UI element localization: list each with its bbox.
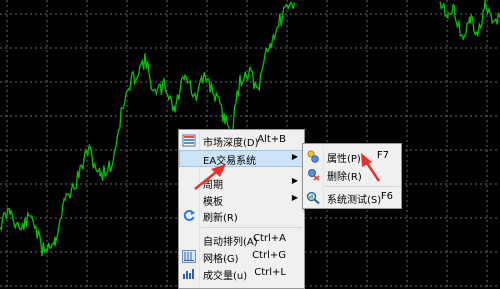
annotation-arrow-properties [361, 153, 381, 182]
submenu-item-strategy-tester[interactable]: 系统测试(S) F6 [303, 189, 401, 206]
menu-separator [201, 227, 302, 228]
menu-item-label: 模板 [203, 197, 223, 208]
expert-advisors-submenu: 属性(P)... F7 删除(R) 系统测试(S) F6 [302, 143, 402, 209]
menu-item-refresh[interactable]: 刷新(R) [179, 207, 304, 224]
menu-item-label: 系统测试(S) [327, 195, 382, 206]
properties-icon [307, 150, 319, 163]
menu-item-label: 自动排列(A) [203, 237, 258, 248]
menu-item-shortcut: Alt+B [257, 134, 286, 145]
remove-icon [308, 169, 320, 181]
menu-item-market-depth[interactable]: 市场深度(D) Alt+B [179, 132, 304, 149]
submenu-arrow-icon: ▶ [291, 176, 298, 185]
menu-item-auto-arrange[interactable]: 自动排列(A) Ctrl+A [179, 231, 304, 248]
menu-item-label: 网格(G) [203, 254, 239, 265]
grid-icon [182, 250, 196, 263]
refresh-icon [183, 210, 195, 221]
menu-item-shortcut: Ctrl+G [252, 250, 286, 261]
volume-icon [183, 269, 194, 279]
price-line-right [439, 0, 500, 41]
menu-item-label: 市场深度(D) [203, 138, 259, 149]
annotation-arrow-expert [194, 164, 226, 190]
context-menu: 市场深度(D) Alt+B EA交易系统 ▶ 周期 ▶ 模板 ▶ 刷新(R) 自… [178, 129, 305, 289]
submenu-arrow-icon: ▶ [291, 152, 298, 161]
tester-icon [306, 191, 320, 204]
menu-item-shortcut: F6 [380, 191, 393, 202]
menu-item-shortcut: Ctrl+L [254, 267, 286, 278]
menu-separator [325, 186, 399, 187]
menu-item-volume[interactable]: 成交量(u) Ctrl+L [179, 265, 304, 282]
menu-item-shortcut: Ctrl+A [252, 233, 286, 244]
menu-item-label: 刷新(R) [203, 213, 238, 224]
submenu-arrow-icon: ▶ [291, 193, 298, 202]
market-depth-icon [182, 134, 196, 147]
menu-item-label: 成交量(u) [203, 271, 248, 282]
menu-item-grid[interactable]: 网格(G) Ctrl+G [179, 248, 304, 265]
